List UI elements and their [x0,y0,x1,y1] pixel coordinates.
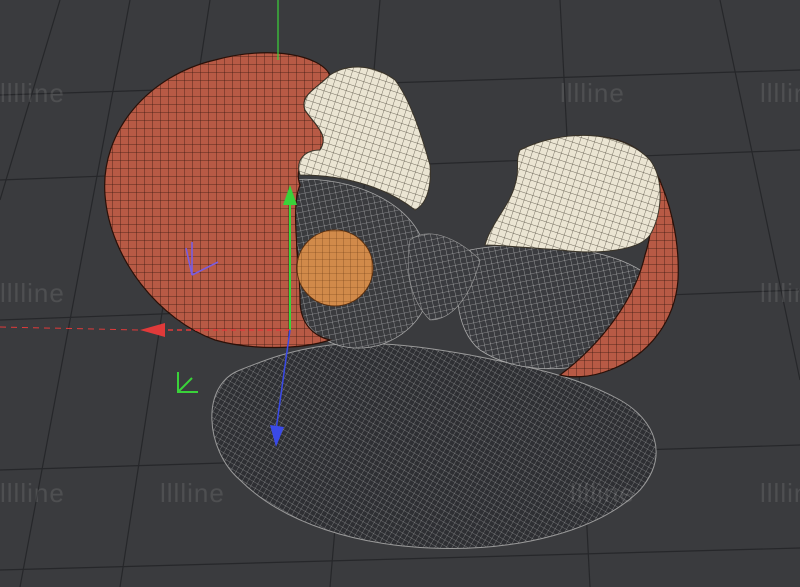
eggshell-right-inner [484,134,661,253]
world-origin-icon [177,372,198,393]
gizmo-x-arrow[interactable] [140,323,165,337]
3d-viewport[interactable]: lllline lllline lllline lllline lllline … [0,0,800,587]
world-x-axis-left [0,326,141,331]
scene-canvas[interactable] [0,0,800,587]
cracked-eggshell-left[interactable] [104,52,333,349]
egg-yolk[interactable] [296,229,374,307]
